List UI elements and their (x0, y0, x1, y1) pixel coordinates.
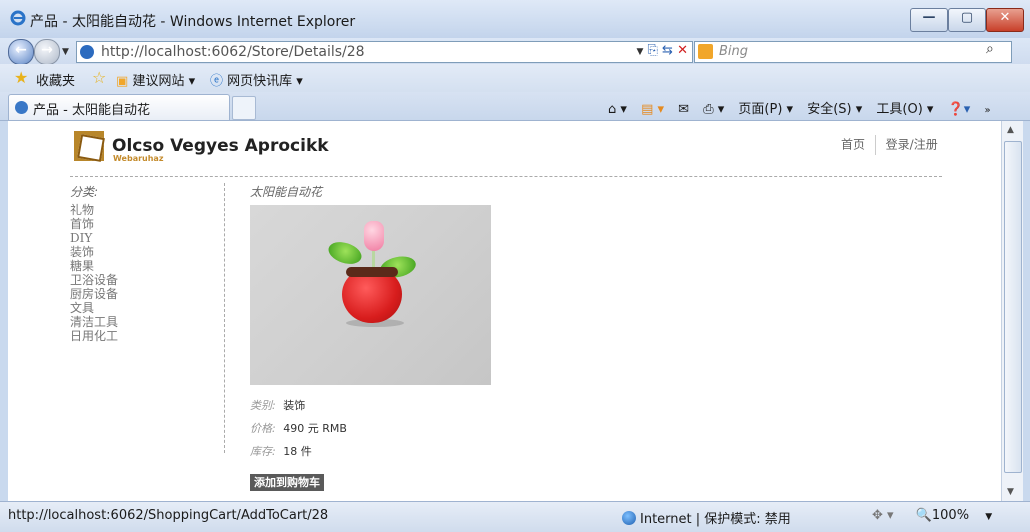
add-to-cart-button[interactable]: 添加到购物车 (250, 474, 324, 491)
logo-icon (74, 131, 105, 162)
history-dropdown-icon[interactable]: ▼ (62, 47, 69, 57)
tools-menu[interactable]: 工具(O) ▾ (876, 102, 933, 117)
category-label: 类别: (250, 399, 276, 412)
help-icon[interactable]: ❓▾ (948, 102, 971, 117)
search-icon[interactable]: ⌕ (986, 41, 994, 57)
category-item[interactable]: 清洁工具 (70, 315, 118, 329)
refresh-icon[interactable]: ⇆ (662, 43, 673, 58)
scroll-down-icon[interactable]: ▼ (1007, 487, 1014, 497)
product-stock: 库存: 18 件 (250, 443, 312, 459)
suggested-sites-label: 建议网站 ▾ (132, 74, 196, 89)
category-item[interactable]: DIY (70, 231, 118, 245)
window-titlebar: 产品 - 太阳能自动花 - Windows Internet Explorer … (0, 0, 1030, 38)
mail-icon[interactable]: ✉ (678, 102, 689, 117)
category-item[interactable]: 礼物 (70, 203, 118, 217)
category-item[interactable]: 糖果 (70, 259, 118, 273)
sidebar-divider (224, 183, 225, 453)
nav-divider (874, 135, 876, 155)
web-slice-label: 网页快讯库 ▾ (227, 74, 303, 89)
print-icon[interactable]: ⎙ ▾ (703, 102, 724, 117)
category-item[interactable]: 首饰 (70, 217, 118, 231)
minimize-button[interactable]: — (910, 8, 948, 32)
category-value: 装饰 (283, 399, 306, 412)
tab-row: 产品 - 太阳能自动花 ⌂ ▾ ▤ ▾ ✉ ⎙ ▾ 页面(P) ▾ 安全(S) … (0, 92, 1030, 121)
zone-label: Internet | 保护模式: 禁用 (640, 512, 791, 527)
safety-menu[interactable]: 安全(S) ▾ (807, 102, 862, 117)
category-title: 分类: (70, 185, 99, 199)
zoom-control[interactable]: ✥ ▾ 🔍100% ▼ (872, 508, 992, 523)
suggested-sites-icon: ▣ (116, 74, 129, 89)
web-slice-gallery[interactable]: ⓔ 网页快讯库 ▾ (210, 70, 303, 89)
search-placeholder[interactable]: Bing (719, 44, 748, 59)
scroll-up-icon[interactable]: ▲ (1007, 125, 1014, 135)
back-button[interactable]: ← (8, 39, 34, 65)
home-icon[interactable]: ⌂ ▾ (608, 102, 627, 117)
product-price: 价格: 490 元 RMB (250, 420, 347, 436)
site-logo-title[interactable]: Olcso Vegyes Aprocikk (112, 136, 329, 156)
favorites-bar: ★ 收藏夹 ☆ ▣ 建议网站 ▾ ⓔ 网页快讯库 ▾ (0, 64, 1030, 92)
product-title: 太阳能自动花 (250, 185, 323, 199)
page-content: Olcso Vegyes Aprocikk Webaruhaz 首页 登录/注册… (8, 121, 1001, 501)
product-category: 类别: 装饰 (250, 397, 305, 413)
tab-label: 产品 - 太阳能自动花 (33, 103, 150, 118)
status-url: http://localhost:6062/ShoppingCart/AddTo… (8, 508, 329, 523)
category-item[interactable]: 日用化工 (70, 329, 118, 343)
nav-login[interactable]: 登录/注册 (886, 138, 938, 152)
search-box[interactable]: Bing (694, 41, 1012, 63)
window-title: 产品 - 太阳能自动花 - Windows Internet Explorer (30, 14, 356, 30)
overflow-icon[interactable]: » (984, 105, 990, 116)
category-item[interactable]: 厨房设备 (70, 287, 118, 301)
category-item[interactable]: 文具 (70, 301, 118, 315)
protected-mode-icon[interactable]: ✥ ▾ (872, 508, 894, 523)
address-dropdown-icon[interactable]: ▼ (636, 47, 643, 57)
zoom-dropdown-icon[interactable]: ▼ (985, 512, 992, 522)
bing-icon (698, 44, 713, 59)
status-bar: http://localhost:6062/ShoppingCart/AddTo… (0, 501, 1030, 532)
scroll-thumb[interactable] (1004, 141, 1022, 473)
tab-ie-icon (15, 101, 28, 114)
forward-button[interactable]: → (34, 39, 60, 65)
new-tab-button[interactable] (232, 96, 256, 120)
maximize-button[interactable]: ▢ (948, 8, 986, 32)
address-url[interactable]: http://localhost:6062/Store/Details/28 (101, 44, 365, 60)
site-logo-subtitle: Webaruhaz (113, 154, 164, 163)
product-image (250, 205, 491, 385)
category-item[interactable]: 卫浴设备 (70, 273, 118, 287)
page-menu[interactable]: 页面(P) ▾ (738, 102, 793, 117)
compatibility-icon[interactable]: ⎘ (648, 43, 658, 58)
price-value: 490 元 RMB (283, 422, 347, 435)
nav-home[interactable]: 首页 (841, 138, 865, 152)
category-list: 礼物 首饰 DIY 装饰 糖果 卫浴设备 厨房设备 文具 清洁工具 日用化工 (70, 203, 118, 343)
close-button[interactable]: ✕ (986, 8, 1024, 32)
globe-icon (622, 511, 636, 525)
page-icon (80, 45, 94, 59)
feeds-icon[interactable]: ▤ ▾ (641, 102, 664, 117)
web-slice-icon: ⓔ (210, 74, 224, 89)
address-row: ← → ▼ http://localhost:6062/Store/Detail… (0, 38, 1030, 65)
stock-value: 18 件 (283, 445, 312, 458)
vertical-scrollbar[interactable]: ▲ ▼ (1001, 121, 1023, 501)
close-icon: ✕ (999, 10, 1011, 25)
stop-icon[interactable]: ✕ (677, 43, 688, 58)
category-item[interactable]: 装饰 (70, 245, 118, 259)
top-nav: 首页 登录/注册 (841, 135, 938, 155)
stock-label: 库存: (250, 445, 276, 458)
zoom-level: 🔍100% (915, 508, 970, 523)
forward-arrow-icon: → (41, 42, 53, 58)
security-zone[interactable]: Internet | 保护模式: 禁用 (622, 508, 791, 527)
ie-icon (10, 10, 26, 30)
favorites-star-icon[interactable]: ★ (14, 68, 28, 87)
tab-current[interactable]: 产品 - 太阳能自动花 (8, 94, 230, 120)
add-favorites-icon[interactable]: ☆ (92, 68, 106, 87)
header-divider (70, 176, 942, 177)
address-tools[interactable]: ▼ ⎘ ⇆ ✕ (636, 43, 688, 58)
minimize-icon: — (922, 10, 936, 25)
back-arrow-icon: ← (15, 42, 27, 58)
price-label: 价格: (250, 422, 276, 435)
suggested-sites[interactable]: ▣ 建议网站 ▾ (116, 70, 195, 89)
address-bar[interactable]: http://localhost:6062/Store/Details/28 ▼… (76, 41, 693, 63)
command-bar: ⌂ ▾ ▤ ▾ ✉ ⎙ ▾ 页面(P) ▾ 安全(S) ▾ 工具(O) ▾ ❓▾… (608, 98, 1001, 117)
favorites-button[interactable]: 收藏夹 (36, 70, 75, 89)
maximize-icon: ▢ (960, 10, 974, 25)
